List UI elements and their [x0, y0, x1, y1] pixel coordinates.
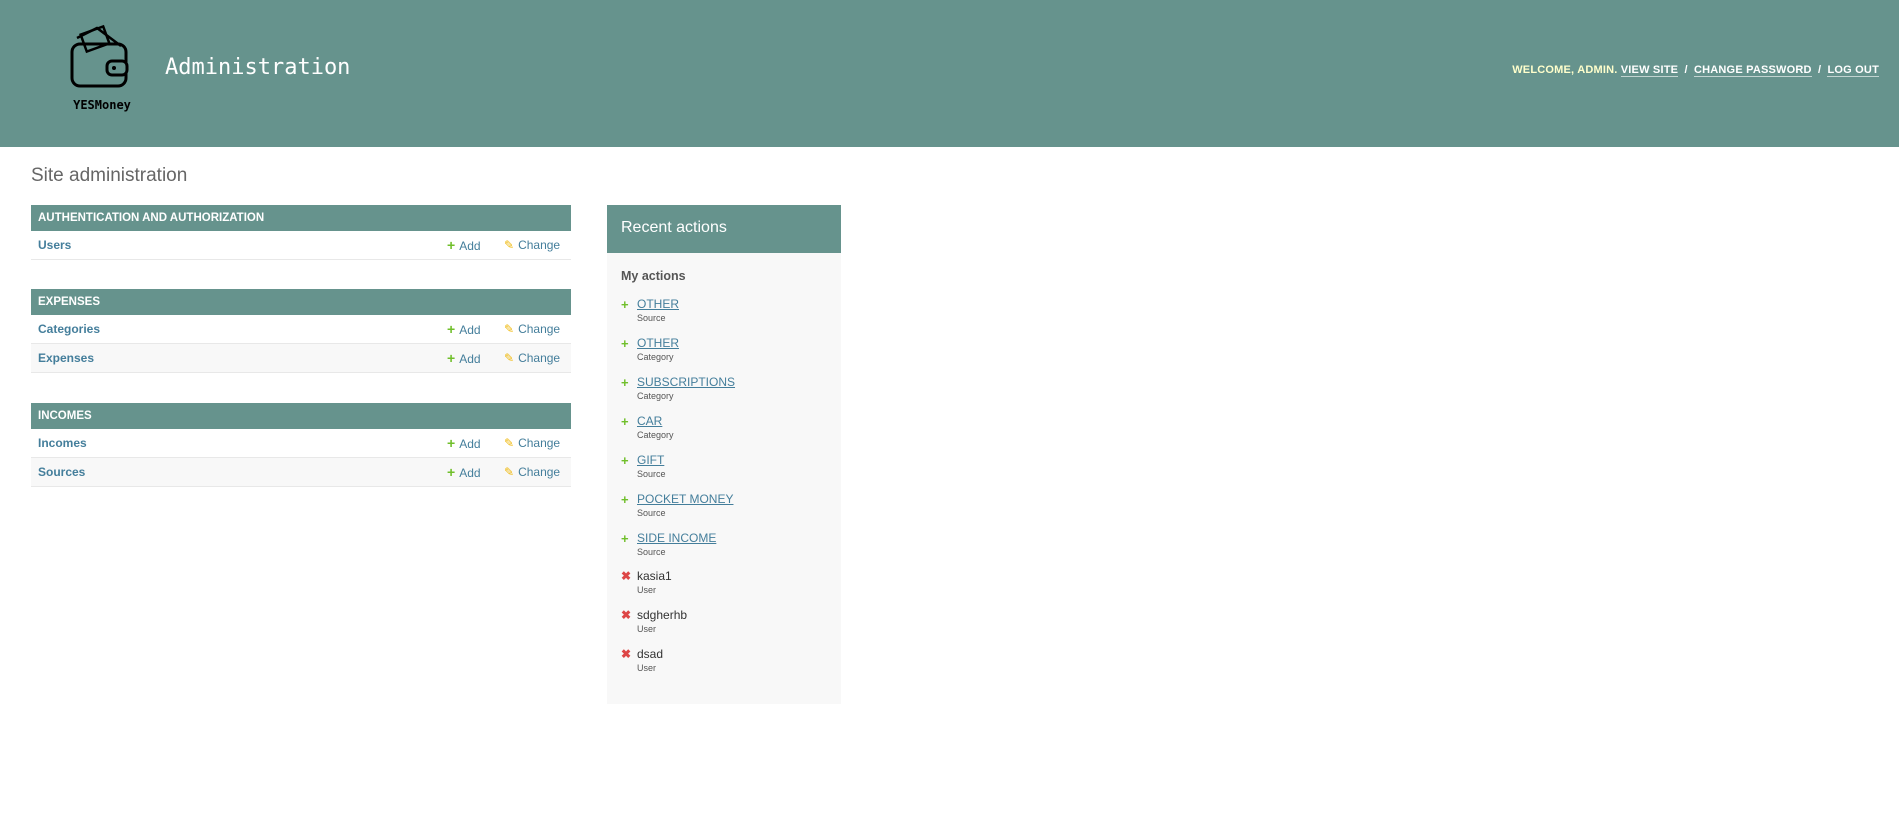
recent-action-type: Category	[637, 430, 674, 440]
recent-action-type: Source	[637, 469, 666, 479]
add-label: Add	[459, 239, 481, 253]
add-sources-button[interactable]: + Add	[447, 458, 481, 487]
model-link-categories[interactable]: Categories	[38, 315, 100, 343]
model-row-users: Users + Add ✎ Change	[31, 231, 571, 260]
module-caption[interactable]: Incomes	[31, 403, 571, 429]
module-caption[interactable]: Expenses	[31, 289, 571, 315]
recent-actions-panel: Recent actions My actions + OTHER Source…	[607, 205, 841, 704]
wallet-icon	[70, 24, 129, 88]
recent-action-title: kasia1	[637, 569, 672, 583]
add-label: Add	[459, 352, 481, 366]
pencil-icon: ✎	[504, 238, 515, 252]
add-label: Add	[459, 323, 481, 337]
page-title: Site administration	[31, 165, 188, 186]
module-caption[interactable]: Authentication and Authorization	[31, 205, 571, 231]
plus-icon: +	[621, 414, 629, 429]
view-site-link[interactable]: View site	[1620, 64, 1679, 77]
change-label: Change	[518, 436, 561, 450]
add-users-button[interactable]: + Add	[447, 231, 481, 260]
recent-action-link[interactable]: SUBSCRIPTIONS	[637, 375, 735, 389]
module-incomes: Incomes Incomes + Add ✎ Change Sources + Ad…	[31, 403, 571, 487]
recent-action-type: User	[637, 663, 657, 673]
recent-action-type: User	[637, 585, 657, 595]
model-link-incomes[interactable]: Incomes	[38, 429, 87, 457]
add-label: Add	[459, 437, 481, 451]
recent-action-link[interactable]: POCKET MONEY	[637, 492, 733, 506]
add-expenses-button[interactable]: + Add	[447, 344, 481, 373]
change-label: Change	[518, 238, 561, 252]
plus-icon: +	[621, 492, 629, 507]
pencil-icon: ✎	[504, 351, 515, 365]
model-link-sources[interactable]: Sources	[38, 458, 85, 486]
change-categories-button[interactable]: ✎ Change	[504, 315, 560, 343]
header: YESMoney Administration Welcome, admin. …	[0, 0, 1899, 147]
plus-icon: +	[621, 297, 629, 312]
recent-action-link[interactable]: SIDE INCOME	[637, 531, 716, 545]
pencil-icon: ✎	[504, 322, 515, 336]
recent-action-link[interactable]: CAR	[637, 414, 662, 428]
recent-action-type: User	[637, 624, 657, 634]
plus-icon: +	[621, 336, 629, 351]
model-row-sources: Sources + Add ✎ Change	[31, 458, 571, 487]
change-label: Change	[518, 322, 561, 336]
welcome-text: Welcome,	[1512, 64, 1575, 76]
add-categories-button[interactable]: + Add	[447, 315, 481, 344]
separator: /	[1684, 64, 1688, 76]
add-incomes-button[interactable]: + Add	[447, 429, 481, 458]
recent-action-link[interactable]: OTHER	[637, 336, 679, 350]
change-expenses-button[interactable]: ✎ Change	[504, 344, 560, 372]
site-title[interactable]: Administration	[165, 55, 350, 80]
module-authentication: Authentication and Authorization Users +…	[31, 205, 571, 260]
recent-actions-title: Recent actions	[607, 205, 841, 253]
recent-action-type: Category	[637, 391, 674, 401]
plus-icon: +	[447, 350, 456, 366]
logo-text: YESMoney	[73, 98, 131, 112]
model-link-users[interactable]: Users	[38, 231, 71, 259]
model-row-categories: Categories + Add ✎ Change	[31, 315, 571, 344]
user-tools: Welcome, admin. View site / Change passw…	[1512, 64, 1879, 77]
log-out-link[interactable]: Log out	[1827, 64, 1879, 77]
recent-action-title: dsad	[637, 647, 664, 661]
module-expenses: Expenses Categories + Add ✎ Change Expense…	[31, 289, 571, 373]
pencil-icon: ✎	[504, 436, 515, 450]
yesmoney-logo[interactable]: YESMoney	[62, 24, 142, 116]
plus-icon: +	[621, 531, 629, 546]
plus-icon: +	[447, 435, 456, 451]
model-row-incomes: Incomes + Add ✎ Change	[31, 429, 571, 458]
my-actions-heading: My actions	[621, 269, 686, 283]
plus-icon: +	[447, 237, 456, 253]
change-password-link[interactable]: Change password	[1693, 64, 1812, 77]
change-label: Change	[518, 351, 561, 365]
recent-action-title: sdgherhb	[637, 608, 688, 622]
recent-action-type: Source	[637, 547, 666, 557]
username: admin.	[1577, 64, 1618, 76]
change-incomes-button[interactable]: ✎ Change	[504, 429, 560, 457]
plus-icon: +	[621, 453, 629, 468]
separator: /	[1817, 64, 1822, 76]
change-label: Change	[518, 465, 561, 479]
pencil-icon: ✎	[504, 465, 515, 479]
model-link-expenses[interactable]: Expenses	[38, 344, 94, 372]
plus-icon: +	[447, 464, 456, 480]
change-users-button[interactable]: ✎ Change	[504, 231, 560, 259]
plus-icon: +	[447, 321, 456, 337]
x-icon: ✖	[621, 647, 632, 661]
plus-icon: +	[621, 375, 629, 390]
x-icon: ✖	[621, 569, 632, 583]
recent-action-link[interactable]: GIFT	[637, 453, 664, 467]
recent-action-link[interactable]: OTHER	[637, 297, 679, 311]
model-row-expenses: Expenses + Add ✎ Change	[31, 344, 571, 373]
add-label: Add	[459, 466, 481, 480]
recent-action-type: Source	[637, 313, 666, 323]
change-sources-button[interactable]: ✎ Change	[504, 458, 560, 486]
recent-action-type: Category	[637, 352, 674, 362]
x-icon: ✖	[621, 608, 632, 622]
recent-action-type: Source	[637, 508, 666, 518]
